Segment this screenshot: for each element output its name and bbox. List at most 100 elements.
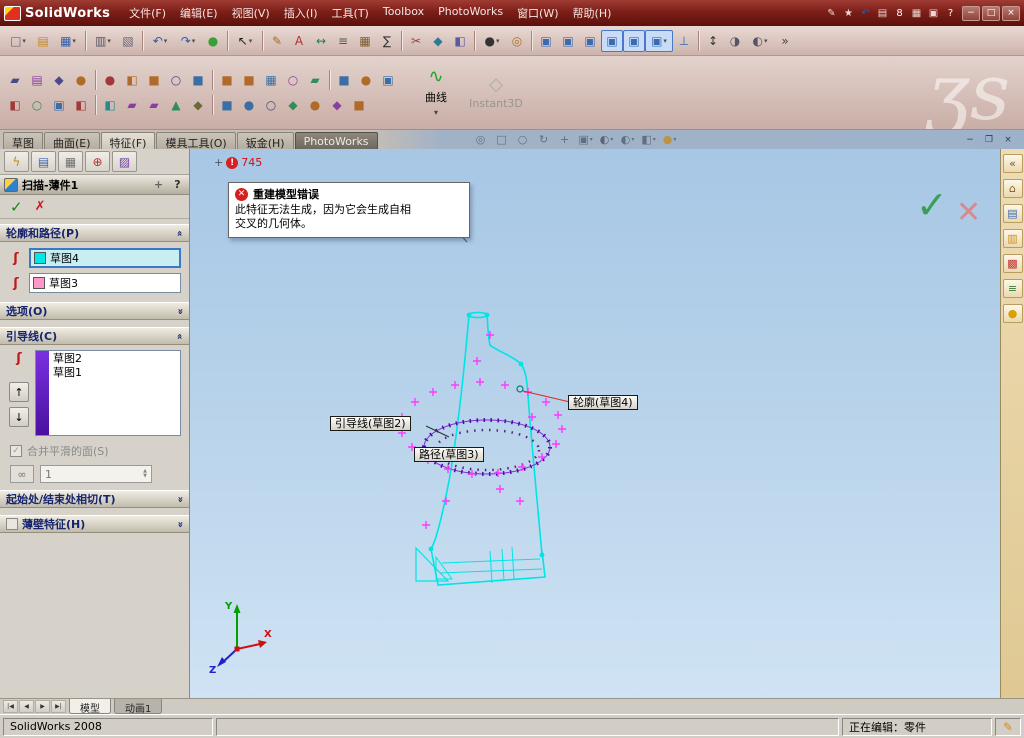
axis-icon[interactable]: ○ bbox=[26, 94, 48, 116]
maximize-button[interactable]: □ bbox=[982, 5, 1000, 21]
select-icon[interactable]: ↖ bbox=[231, 30, 259, 52]
revolve-boss-icon[interactable]: ▤ bbox=[26, 69, 48, 91]
spline-handle-marker[interactable] bbox=[429, 388, 437, 396]
design-library-icon[interactable]: ▤ bbox=[1002, 204, 1023, 223]
section-icon[interactable]: ◑ bbox=[724, 30, 746, 52]
point-icon[interactable]: ▣ bbox=[48, 94, 70, 116]
restore-document-button[interactable]: ❐ bbox=[981, 133, 997, 147]
spline-handle-marker[interactable] bbox=[542, 398, 550, 406]
menu-file[interactable]: 文件(F) bbox=[122, 2, 173, 24]
3d-sketch-icon[interactable]: ■ bbox=[216, 94, 238, 116]
print-preview-icon[interactable]: ▧ bbox=[117, 30, 139, 52]
section-options[interactable]: 选项(O) bbox=[0, 302, 189, 320]
view-orientation-icon[interactable]: ▣ bbox=[576, 132, 596, 148]
freeform-icon[interactable]: ● bbox=[238, 94, 260, 116]
spline-handle-marker[interactable] bbox=[422, 521, 430, 529]
convert-icon[interactable]: ◆ bbox=[427, 30, 449, 52]
favorites-icon[interactable]: ★ bbox=[840, 5, 857, 21]
menu-edit[interactable]: 编辑(E) bbox=[173, 2, 225, 24]
linear-pattern-icon[interactable]: ■ bbox=[333, 69, 355, 91]
display-style-icon[interactable]: ◐ bbox=[746, 30, 774, 52]
spinner-arrows[interactable] bbox=[143, 469, 147, 479]
open-icon[interactable]: ▤ bbox=[32, 30, 54, 52]
helix-icon[interactable]: ◧ bbox=[99, 94, 121, 116]
move-down-button[interactable] bbox=[9, 407, 29, 427]
rebuild-icon[interactable]: ● bbox=[202, 30, 224, 52]
scale-icon[interactable]: ■ bbox=[348, 94, 370, 116]
swept-boss-icon[interactable]: ◆ bbox=[48, 69, 70, 91]
zoom-in-out-icon[interactable]: ○ bbox=[513, 132, 533, 148]
left-view-icon[interactable]: ▣ bbox=[579, 30, 601, 52]
close-button[interactable]: × bbox=[1002, 5, 1020, 21]
dimension-icon[interactable]: ↔ bbox=[310, 30, 332, 52]
tab-mold-tools[interactable]: 模具工具(O) bbox=[156, 132, 236, 150]
circular-pattern-icon[interactable]: ● bbox=[355, 69, 377, 91]
plane-icon[interactable]: ◧ bbox=[4, 94, 26, 116]
pencil-icon[interactable]: ✎ bbox=[823, 5, 840, 21]
undo-icon[interactable]: ↶ bbox=[857, 5, 874, 21]
fillet-icon[interactable]: ■ bbox=[216, 69, 238, 91]
confirmation-ok-icon[interactable] bbox=[916, 183, 948, 227]
spline-handle-marker[interactable] bbox=[451, 381, 459, 389]
redo-icon[interactable]: ↷ bbox=[174, 30, 202, 52]
dimxpertmanager-icon[interactable]: ⊕ bbox=[85, 151, 110, 172]
sketch-icon[interactable]: ✎ bbox=[266, 30, 288, 52]
displaymanager-icon[interactable]: ▨ bbox=[112, 151, 137, 172]
previous-tab-button[interactable]: ◀ bbox=[19, 700, 34, 713]
appearance-icon[interactable]: ● bbox=[660, 132, 680, 148]
section-profile-path[interactable]: 轮廓和路径(P) bbox=[0, 224, 189, 242]
minimize-button[interactable]: − bbox=[962, 5, 980, 21]
camera-icon[interactable]: ● bbox=[478, 30, 506, 52]
first-tab-button[interactable]: |◀ bbox=[3, 700, 18, 713]
hole-wizard-icon[interactable]: ■ bbox=[187, 69, 209, 91]
normal-to-icon[interactable]: ⊥ bbox=[673, 30, 695, 52]
confirmation-cancel-icon[interactable] bbox=[956, 195, 981, 230]
menu-tools[interactable]: 工具(T) bbox=[325, 2, 376, 24]
spline-handle-marker[interactable] bbox=[552, 440, 560, 448]
spline-handle-marker[interactable] bbox=[442, 497, 450, 505]
path-selection-field[interactable]: 草图3 bbox=[29, 273, 181, 293]
keep-visible-pin-icon[interactable] bbox=[151, 178, 166, 192]
propertymanager-icon[interactable]: ▤ bbox=[31, 151, 56, 172]
grid-icon[interactable]: ▦ bbox=[908, 5, 925, 21]
swept-cut-icon[interactable]: ■ bbox=[143, 69, 165, 91]
solidworks-resources-icon[interactable]: ⌂ bbox=[1002, 179, 1023, 198]
menu-insert[interactable]: 插入(I) bbox=[277, 2, 325, 24]
status-quick-tips[interactable] bbox=[995, 717, 1021, 736]
guide-curves-listbox[interactable]: 草图2 草图1 bbox=[35, 350, 181, 436]
tab-surfaces[interactable]: 曲面(E) bbox=[44, 132, 100, 150]
document-help-icon[interactable]: ● bbox=[1002, 304, 1023, 323]
menu-view[interactable]: 视图(V) bbox=[225, 2, 277, 24]
more-icon[interactable]: » bbox=[774, 30, 796, 52]
mirror-icon[interactable]: ◧ bbox=[449, 30, 471, 52]
spline-handle-marker[interactable] bbox=[558, 425, 566, 433]
search-results-icon[interactable]: ≡ bbox=[1002, 279, 1023, 298]
rib-icon[interactable]: ○ bbox=[282, 69, 304, 91]
iso-view-icon[interactable]: ▣ bbox=[645, 29, 673, 52]
top-view-icon[interactable]: ▣ bbox=[623, 29, 645, 52]
flex-icon[interactable]: ◆ bbox=[282, 94, 304, 116]
spline-handle-marker[interactable] bbox=[516, 497, 524, 505]
rotate-view-icon[interactable]: ↻ bbox=[534, 132, 554, 148]
split-line-icon[interactable]: ◆ bbox=[187, 94, 209, 116]
extrude-boss-icon[interactable]: ▰ bbox=[4, 69, 26, 91]
show-preview-icon[interactable] bbox=[10, 465, 34, 483]
clipboard-icon[interactable]: ▤ bbox=[874, 5, 891, 21]
collapse-arrows-icon[interactable]: « bbox=[1002, 154, 1023, 173]
hide-show-icon[interactable]: ◐ bbox=[618, 132, 638, 148]
spline-handle-marker[interactable] bbox=[486, 331, 494, 339]
graphics-area[interactable]: 745 重建模型错误 此特征无法生成，因为它会生成自相 交叉的几何体。 bbox=[190, 149, 1000, 698]
curves-button[interactable]: ∿ 曲线 bbox=[409, 61, 463, 125]
undo-icon[interactable]: ↶ bbox=[146, 30, 174, 52]
render-icon[interactable]: ◎ bbox=[506, 30, 528, 52]
document-tab-2[interactable]: 动画1 bbox=[114, 699, 163, 715]
instant3d-button[interactable]: ◇ Instant3D bbox=[469, 61, 523, 125]
composite-curve-icon[interactable]: ▲ bbox=[165, 94, 187, 116]
menu-help[interactable]: 帮助(H) bbox=[566, 2, 619, 24]
shell-icon[interactable]: ▦ bbox=[260, 69, 282, 91]
spline-handle-marker[interactable] bbox=[411, 398, 419, 406]
deform-icon[interactable]: ○ bbox=[260, 94, 282, 116]
zoom-to-fit-icon[interactable]: ◎ bbox=[471, 132, 491, 148]
guide-item-1[interactable]: 草图2 bbox=[53, 352, 176, 366]
spline-handle-marker[interactable] bbox=[538, 453, 546, 461]
